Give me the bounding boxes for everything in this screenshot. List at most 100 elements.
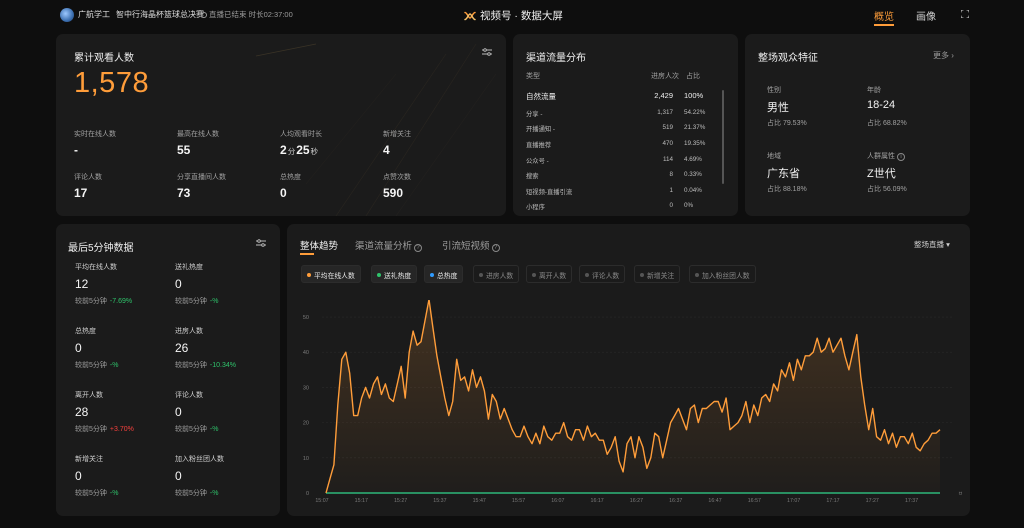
last5-title: 最后5分钟数据	[68, 243, 134, 254]
legend-dot-icon	[640, 273, 644, 277]
channel-name: 分享 -	[526, 111, 543, 118]
channel-count: 0	[669, 202, 673, 209]
legend-item[interactable]: 加入粉丝团人数	[689, 265, 756, 283]
x-tick-label: 17:17	[826, 498, 839, 504]
legend-item[interactable]: 进房人数	[473, 265, 520, 283]
avg-watch-time-value: 2分25秒	[280, 143, 319, 157]
legend-dot-icon	[695, 273, 699, 277]
fullscreen-icon[interactable]	[961, 10, 969, 18]
tab-channel-analysis[interactable]: 渠道流量分析?	[355, 238, 423, 252]
x-tick-label: 15:37	[433, 498, 446, 504]
metric-label: 人均观看时长	[280, 131, 322, 138]
last5-label: 评论人数	[175, 392, 203, 399]
compare-prefix: 较前5分钟	[75, 426, 107, 433]
settings-icon[interactable]	[256, 239, 266, 247]
last5-label: 平均在线人数	[75, 264, 117, 271]
x-tick-label: 15:27	[394, 498, 407, 504]
account-name: 广航学工	[78, 10, 110, 19]
channel-ratio: 0.04%	[684, 187, 702, 194]
legend-label: 送礼热度	[384, 273, 412, 280]
chevron-right-icon: ›	[951, 51, 954, 60]
legend-dot-icon	[479, 273, 483, 277]
live-title: 智中行海晶杯篮球总决赛	[116, 10, 204, 19]
tab-portrait[interactable]: 画像	[916, 8, 936, 23]
last5-value: 26	[175, 341, 189, 355]
info-icon[interactable]: i	[897, 153, 905, 161]
settings-icon[interactable]	[482, 48, 492, 56]
legend-label: 离开人数	[539, 273, 567, 280]
channel-name: 公众号 -	[526, 158, 549, 165]
seconds-value: 25	[296, 143, 310, 157]
x-tick-label: 17:27	[866, 498, 879, 504]
compare-prefix: 较前5分钟	[75, 298, 107, 305]
channel-count: 8	[669, 171, 673, 178]
legend-item[interactable]: 送礼热度	[371, 265, 418, 283]
active-tab-indicator	[874, 24, 894, 26]
tab-channel-analysis-label: 渠道流量分析	[355, 241, 413, 252]
feature-value: 男性	[767, 102, 789, 114]
last5-label: 新增关注	[75, 456, 103, 463]
x-tick-label: 16:27	[630, 498, 643, 504]
series-area	[325, 300, 940, 493]
legend-label: 加入粉丝团人数	[702, 273, 750, 280]
metric-label: 分享直播间人数	[177, 174, 226, 181]
channel-name: 自然流量	[526, 92, 556, 101]
feature-label: 性别	[767, 87, 781, 94]
tab-short-video[interactable]: 引流短视频?	[442, 238, 500, 252]
legend-item[interactable]: 离开人数	[526, 265, 573, 283]
compare-change: -10.34%	[209, 362, 236, 369]
compare-prefix: 较前5分钟	[175, 298, 207, 305]
legend-item[interactable]: 新增关注	[634, 265, 681, 283]
legend-dot-icon	[307, 273, 311, 277]
y-tick-label: 10	[303, 456, 309, 462]
y-tick-label: 20	[303, 421, 309, 427]
compare-change: -%	[109, 490, 119, 497]
tab-short-video-label: 引流短视频	[442, 241, 490, 252]
page-title: 视频号 · 数据大屏	[464, 8, 563, 23]
legend-item[interactable]: 总热度	[424, 265, 464, 283]
x-tick-label: 16:57	[748, 498, 761, 504]
legend-item[interactable]: 平均在线人数	[301, 265, 361, 283]
seconds-unit: 秒	[310, 147, 319, 156]
metric-value: 17	[74, 186, 88, 200]
compare-change: -%	[209, 426, 219, 433]
feature-ratio: 占比 88.18%	[767, 186, 807, 193]
last5-label: 离开人数	[75, 392, 103, 399]
tab-overview[interactable]: 概览	[874, 8, 894, 23]
channel-ratio: 0%	[684, 202, 694, 209]
compare-change: -7.69%	[109, 298, 133, 305]
legend-dot-icon	[585, 273, 589, 277]
channel-count: 1	[669, 187, 673, 194]
last5-compare: 较前5分钟 +3.70%	[75, 424, 134, 434]
live-status-icon	[201, 12, 207, 18]
y-tick-label: 0	[306, 491, 309, 497]
legend-label: 新增关注	[647, 273, 675, 280]
metric-value: 0	[280, 186, 287, 200]
feature-ratio: 占比 56.09%	[867, 186, 907, 193]
feature-label-text: 人群属性	[867, 153, 895, 160]
last5-compare: 较前5分钟 -%	[75, 360, 118, 370]
channel-row: 自然流量 2,429 100%	[526, 91, 704, 101]
more-link[interactable]: 更多 ›	[933, 50, 954, 61]
last5-compare: 较前5分钟 -%	[175, 424, 218, 434]
channel-name: 直播推荐	[526, 142, 552, 149]
compare-change: -%	[109, 362, 119, 369]
channel-scrollbar[interactable]	[722, 90, 724, 184]
feature-ratio: 占比 79.53%	[767, 120, 807, 127]
range-dropdown[interactable]: 整场直播 ▾	[914, 239, 950, 250]
tab-overall-trend[interactable]: 整体趋势	[300, 238, 338, 252]
last5-label: 总热度	[75, 328, 96, 335]
channel-ratio: 4.69%	[684, 156, 702, 163]
metric-label: 实时在线人数	[74, 131, 116, 138]
last5-compare: 较前5分钟 -%	[75, 488, 118, 498]
legend-item[interactable]: 评论人数	[579, 265, 626, 283]
channel-ratio: 100%	[684, 91, 704, 100]
page-title-text: 视频号 · 数据大屏	[480, 10, 563, 22]
channel-count: 114	[662, 156, 673, 163]
compare-change: +3.70%	[109, 426, 134, 433]
last5-value: 0	[175, 405, 182, 419]
channel-ratio: 21.37%	[684, 124, 706, 131]
channel-title: 渠道流量分布	[526, 53, 586, 64]
legend-label: 评论人数	[592, 273, 620, 280]
compare-change: -%	[209, 490, 219, 497]
